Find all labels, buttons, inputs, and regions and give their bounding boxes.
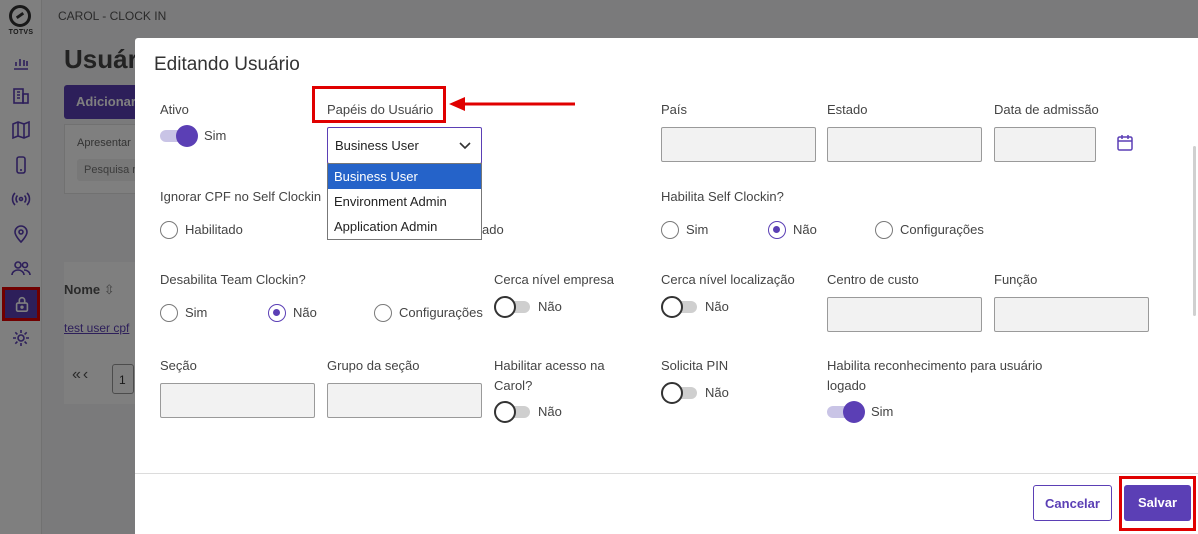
reconhecimento-state: Sim bbox=[871, 404, 894, 419]
acesso-carol-toggle[interactable] bbox=[494, 401, 532, 423]
cerca-localizacao-state: Não bbox=[705, 299, 729, 314]
team-clockin-nao-label: Não bbox=[293, 305, 317, 320]
ignorar-cpf-habilitado-label: Habilitado bbox=[185, 222, 243, 237]
option-business-user[interactable]: Business User bbox=[328, 164, 481, 189]
ignorar-cpf-partial-label: ado bbox=[482, 222, 504, 237]
toggle-knob bbox=[494, 296, 516, 318]
self-clockin-radio-nao[interactable] bbox=[768, 221, 786, 239]
ignorar-cpf-radio-habilitado[interactable] bbox=[160, 221, 178, 239]
annotation-highlight-papeis bbox=[312, 86, 446, 123]
toggle-knob bbox=[661, 296, 683, 318]
ativo-toggle[interactable] bbox=[160, 125, 198, 147]
cancel-button[interactable]: Cancelar bbox=[1033, 485, 1112, 521]
reconhecimento-toggle[interactable] bbox=[827, 401, 865, 423]
acesso-carol-label-line2: Carol? bbox=[494, 378, 533, 393]
solicita-pin-label: Solicita PIN bbox=[661, 358, 729, 373]
toggle-knob bbox=[494, 401, 516, 423]
papeis-dropdown-list: Business User Environment Admin Applicat… bbox=[327, 163, 482, 240]
secao-label: Seção bbox=[160, 358, 197, 373]
acesso-carol-state: Não bbox=[538, 404, 562, 419]
modal-title: Editando Usuário bbox=[154, 54, 300, 75]
data-admissao-field[interactable] bbox=[994, 127, 1096, 162]
grupo-secao-label: Grupo da seção bbox=[327, 358, 420, 373]
funcao-label: Função bbox=[994, 272, 1038, 287]
cerca-localizacao-toggle[interactable] bbox=[661, 296, 699, 318]
team-clockin-label: Desabilita Team Clockin? bbox=[160, 272, 306, 287]
chevron-down-icon bbox=[458, 138, 472, 152]
team-clockin-config-label: Configurações bbox=[399, 305, 483, 320]
reconhecimento-label-line1: Habilita reconhecimento para usuário bbox=[827, 358, 1043, 373]
solicita-pin-state: Não bbox=[705, 385, 729, 400]
centro-custo-label: Centro de custo bbox=[827, 272, 919, 287]
edit-user-modal: Editando Usuário Ativo Sim Papéis do Usu… bbox=[135, 38, 1198, 534]
cerca-empresa-label: Cerca nível empresa bbox=[494, 272, 614, 287]
papeis-select[interactable]: Business User bbox=[327, 127, 482, 164]
calendar-icon[interactable] bbox=[1116, 134, 1134, 152]
toggle-knob bbox=[176, 125, 198, 147]
acesso-carol-label-line1: Habilitar acesso na bbox=[494, 358, 605, 373]
scrollbar[interactable] bbox=[1193, 146, 1196, 316]
estado-label: Estado bbox=[827, 102, 868, 117]
funcao-field[interactable] bbox=[994, 297, 1149, 332]
self-clockin-radio-sim[interactable] bbox=[661, 221, 679, 239]
team-clockin-radio-nao[interactable] bbox=[268, 304, 286, 322]
cerca-localizacao-label: Cerca nível localização bbox=[661, 272, 795, 287]
cerca-empresa-state: Não bbox=[538, 299, 562, 314]
self-clockin-radio-config[interactable] bbox=[875, 221, 893, 239]
self-clockin-nao-label: Não bbox=[793, 222, 817, 237]
option-environment-admin[interactable]: Environment Admin bbox=[328, 189, 481, 214]
self-clockin-label: Habilita Self Clockin? bbox=[661, 189, 784, 204]
reconhecimento-label-line2: logado bbox=[827, 378, 867, 393]
ativo-label: Ativo bbox=[160, 102, 189, 117]
secao-field[interactable] bbox=[160, 383, 315, 418]
estado-field[interactable] bbox=[827, 127, 982, 162]
footer-divider bbox=[135, 473, 1198, 474]
save-button[interactable]: Salvar bbox=[1124, 485, 1191, 521]
annotation-arrow-icon bbox=[449, 97, 575, 111]
option-application-admin[interactable]: Application Admin bbox=[328, 214, 481, 239]
pais-field[interactable] bbox=[661, 127, 816, 162]
papeis-select-value: Business User bbox=[335, 138, 419, 153]
team-clockin-sim-label: Sim bbox=[185, 305, 208, 320]
team-clockin-radio-config[interactable] bbox=[374, 304, 392, 322]
toggle-knob bbox=[661, 382, 683, 404]
self-clockin-sim-label: Sim bbox=[686, 222, 709, 237]
centro-custo-field[interactable] bbox=[827, 297, 982, 332]
grupo-secao-field[interactable] bbox=[327, 383, 482, 418]
ignorar-cpf-label: Ignorar CPF no Self Clockin bbox=[160, 189, 322, 204]
modal-body: Ativo Sim Papéis do Usuário País Estado … bbox=[135, 88, 1198, 473]
team-clockin-radio-sim[interactable] bbox=[160, 304, 178, 322]
pais-label: País bbox=[661, 102, 688, 117]
ativo-state: Sim bbox=[204, 128, 227, 143]
solicita-pin-toggle[interactable] bbox=[661, 382, 699, 404]
cerca-empresa-toggle[interactable] bbox=[494, 296, 532, 318]
self-clockin-config-label: Configurações bbox=[900, 222, 984, 237]
toggle-knob bbox=[843, 401, 865, 423]
data-admissao-label: Data de admissão bbox=[994, 102, 1099, 117]
